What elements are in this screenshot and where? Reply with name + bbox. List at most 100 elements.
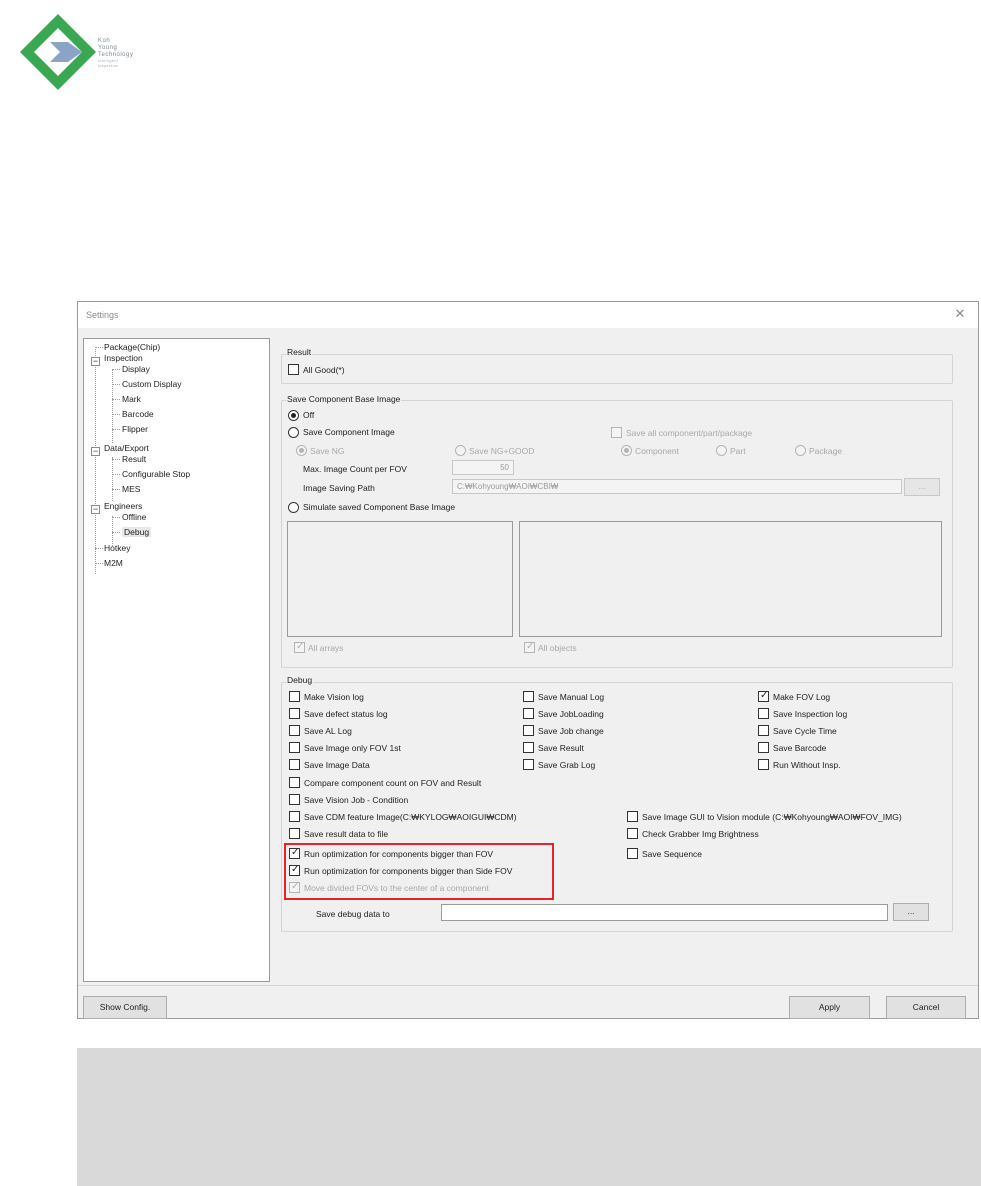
logo-wordmark: Koh Young Technology intelligent inspect… <box>98 38 134 68</box>
save-vision-job-label: Save Vision Job - Condition <box>304 795 409 805</box>
save-ng-label: Save NG <box>310 446 345 456</box>
result-group <box>281 354 953 384</box>
save-result-file-label: Save result data to file <box>304 829 389 839</box>
component-image-group-title: Save Component Base Image <box>286 394 402 404</box>
all-objects-label: All objects <box>538 643 577 653</box>
path-browse-button[interactable]: ... <box>904 478 940 496</box>
tree-item-configurable-stop[interactable]: Configurable Stop <box>122 469 190 479</box>
save-barcode-label: Save Barcode <box>773 743 827 753</box>
save-job-change-checkbox[interactable] <box>523 725 534 736</box>
tree-item-mes[interactable]: MES <box>122 484 140 494</box>
all-arrays-checkbox[interactable] <box>294 641 305 653</box>
save-jobloading-checkbox[interactable] <box>523 708 534 719</box>
save-sequence-checkbox[interactable] <box>627 848 638 859</box>
component-radio[interactable] <box>621 445 632 456</box>
highlight-box <box>284 843 554 900</box>
tree-item-mark[interactable]: Mark <box>122 394 141 404</box>
off-radio[interactable] <box>288 410 299 421</box>
package-label: Package <box>809 446 843 456</box>
make-fov-log-checkbox[interactable] <box>758 690 769 702</box>
compare-count-checkbox[interactable] <box>289 777 300 788</box>
debug-browse-button[interactable]: ... <box>893 903 929 921</box>
save-manual-log-checkbox[interactable] <box>523 691 534 702</box>
make-fov-log-label: Make FOV Log <box>773 692 831 702</box>
tree-item-package-chip[interactable]: Package(Chip) <box>104 342 160 352</box>
max-count-label: Max. Image Count per FOV <box>303 464 407 474</box>
save-cycle-time-checkbox[interactable] <box>758 725 769 736</box>
save-grab-log-checkbox[interactable] <box>523 759 534 770</box>
settings-tree[interactable]: Package(Chip) − Inspection Display Custo… <box>83 338 270 982</box>
simulate-radio[interactable] <box>288 502 299 513</box>
collapse-icon[interactable]: − <box>91 357 100 366</box>
footer-separator <box>78 985 978 986</box>
tree-item-custom-display[interactable]: Custom Display <box>122 379 182 389</box>
compare-count-label: Compare component count on FOV and Resul… <box>304 778 482 788</box>
tree-item-hotkey[interactable]: Hotkey <box>104 543 130 553</box>
save-image-data-label: Save Image Data <box>304 760 370 770</box>
settings-window: Settings ✕ Package(Chip) − Inspection Di… <box>77 301 979 1019</box>
package-radio[interactable] <box>795 445 806 456</box>
save-component-image-label: Save Component Image <box>303 427 395 437</box>
save-cycle-time-label: Save Cycle Time <box>773 726 837 736</box>
save-image-gui-label: Save Image GUI to Vision module (C:₩Kohy… <box>642 812 902 822</box>
save-debug-path-input[interactable] <box>441 904 888 921</box>
check-grabber-checkbox[interactable] <box>627 828 638 839</box>
save-image-data-checkbox[interactable] <box>289 759 300 770</box>
path-input[interactable]: C:₩Kohyoung₩AOI₩CBI₩ <box>452 479 902 494</box>
tree-item-result[interactable]: Result <box>122 454 146 464</box>
apply-button[interactable]: Apply <box>789 996 870 1019</box>
show-config-button[interactable]: Show Config. <box>83 996 167 1019</box>
company-logo: Koh Young Technology intelligent inspect… <box>20 14 190 94</box>
tree-item-flipper[interactable]: Flipper <box>122 424 148 434</box>
save-jobloading-label: Save JobLoading <box>538 709 604 719</box>
save-cdm-label: Save CDM feature Image(C:₩KYLOG₩AOIGUI₩C… <box>304 812 517 822</box>
save-cdm-checkbox[interactable] <box>289 811 300 822</box>
save-result-file-checkbox[interactable] <box>289 828 300 839</box>
save-all-checkbox[interactable] <box>611 427 622 438</box>
save-defect-status-log-checkbox[interactable] <box>289 708 300 719</box>
save-inspection-log-checkbox[interactable] <box>758 708 769 719</box>
save-manual-log-label: Save Manual Log <box>538 692 605 702</box>
close-icon[interactable]: ✕ <box>952 306 968 322</box>
save-component-image-radio[interactable] <box>288 427 299 438</box>
off-label: Off <box>303 410 315 420</box>
save-vision-job-checkbox[interactable] <box>289 794 300 805</box>
window-title: Settings <box>86 310 119 320</box>
objects-list[interactable] <box>519 521 942 637</box>
tree-item-display[interactable]: Display <box>122 364 150 374</box>
tree-item-offline[interactable]: Offline <box>122 512 146 522</box>
tree-item-barcode[interactable]: Barcode <box>122 409 154 419</box>
logo-mark-icon <box>20 14 96 90</box>
save-image-gui-checkbox[interactable] <box>627 811 638 822</box>
debug-group-title: Debug <box>286 675 314 685</box>
all-objects-checkbox[interactable] <box>524 641 535 653</box>
all-good-label: All Good(*) <box>303 365 345 375</box>
save-result-checkbox[interactable] <box>523 742 534 753</box>
tree-item-m2m[interactable]: M2M <box>104 558 123 568</box>
caption-placeholder <box>77 1048 981 1186</box>
tree-item-data-export[interactable]: Data/Export <box>104 443 149 453</box>
run-without-insp-checkbox[interactable] <box>758 759 769 770</box>
save-image-only-fov-checkbox[interactable] <box>289 742 300 753</box>
cancel-button[interactable]: Cancel <box>886 996 966 1019</box>
all-good-checkbox[interactable] <box>288 364 299 375</box>
tree-item-engineers[interactable]: Engineers <box>104 501 142 511</box>
collapse-icon[interactable]: − <box>91 505 100 514</box>
save-result-label: Save Result <box>538 743 584 753</box>
save-ng-good-radio[interactable] <box>455 445 466 456</box>
check-grabber-label: Check Grabber Img Brightness <box>642 829 759 839</box>
arrays-list[interactable] <box>287 521 513 637</box>
tree-item-inspection[interactable]: Inspection <box>104 353 143 363</box>
save-ng-radio[interactable] <box>296 445 307 456</box>
path-label: Image Saving Path <box>303 483 375 493</box>
save-al-log-checkbox[interactable] <box>289 725 300 736</box>
title-bar: Settings ✕ <box>78 302 978 328</box>
collapse-icon[interactable]: − <box>91 447 100 456</box>
make-vision-log-checkbox[interactable] <box>289 691 300 702</box>
tree-item-debug[interactable]: Debug <box>122 527 152 537</box>
save-al-log-label: Save AL Log <box>304 726 352 736</box>
part-radio[interactable] <box>716 445 727 456</box>
max-count-input[interactable]: 50 <box>452 460 514 475</box>
save-ng-good-label: Save NG+GOOD <box>469 446 535 456</box>
save-barcode-checkbox[interactable] <box>758 742 769 753</box>
